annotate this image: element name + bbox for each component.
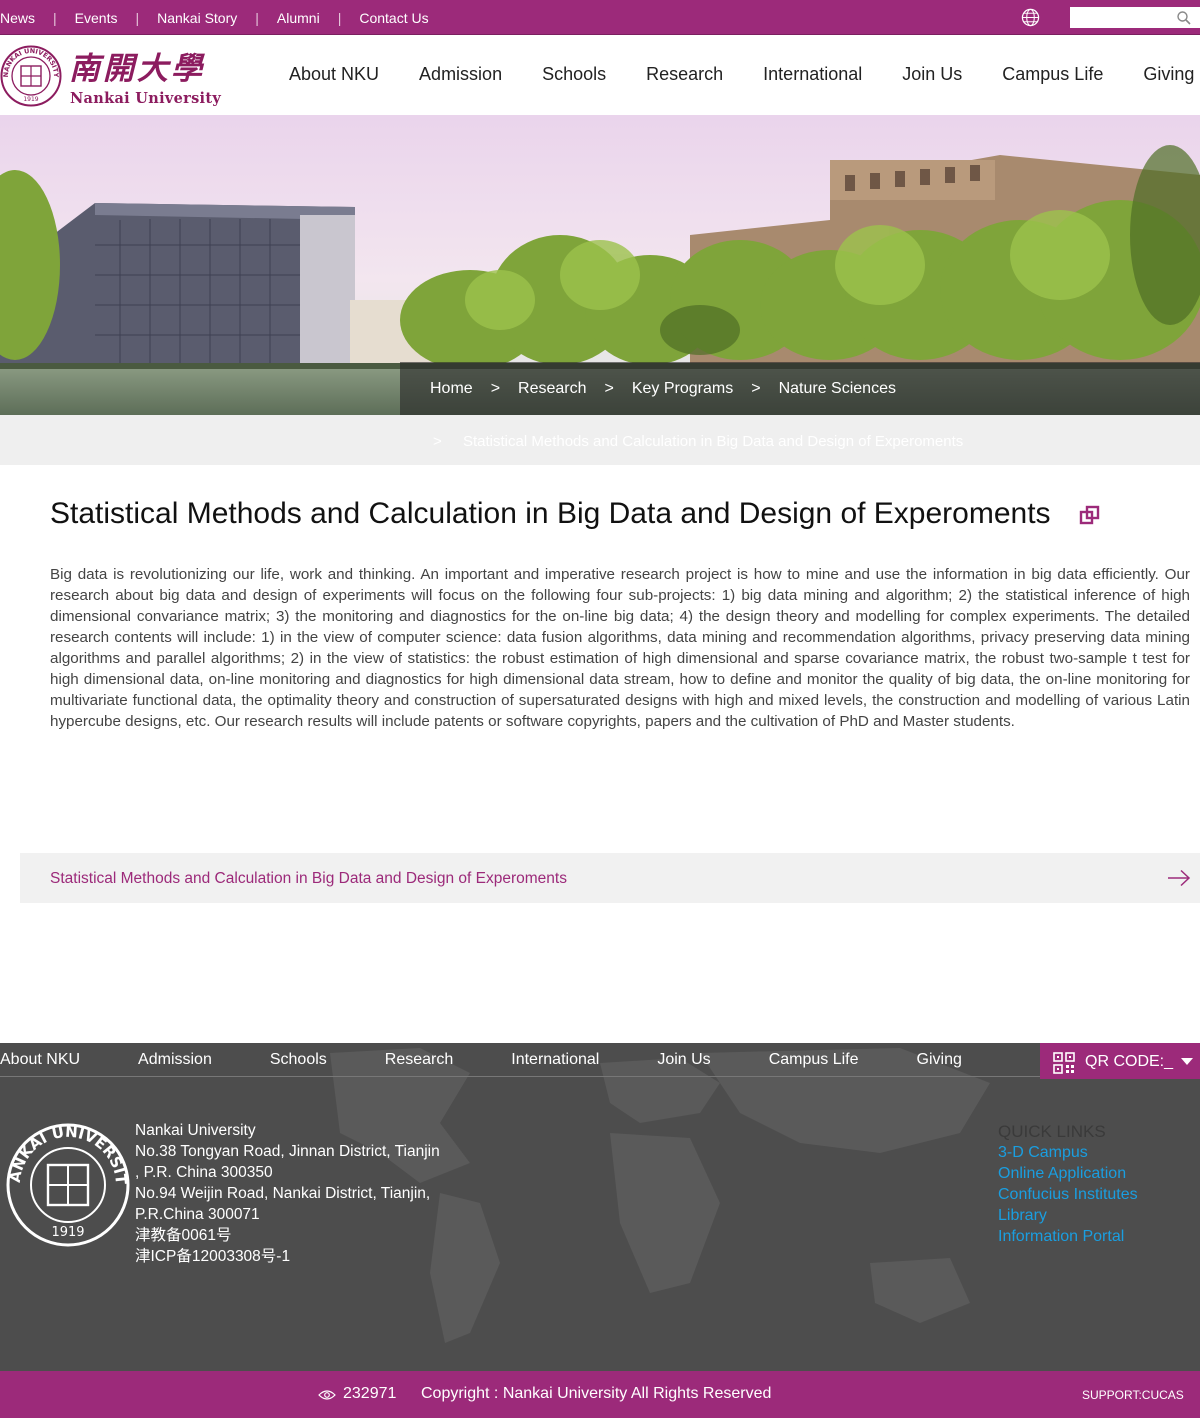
footer-nav-join-us[interactable]: Join Us (657, 1051, 710, 1069)
quick-links: QUICK LINKS 3-D Campus Online Applicatio… (998, 1121, 1138, 1247)
top-separator: | (337, 9, 342, 26)
breadcrumb-separator: > (490, 379, 501, 397)
nav-research[interactable]: Research (646, 64, 723, 85)
breadcrumb-nature-sciences[interactable]: Nature Sciences (779, 380, 896, 398)
footer-nav-campus-life[interactable]: Campus Life (769, 1051, 859, 1069)
main-nav: About NKU Admission Schools Research Int… (289, 64, 1200, 85)
breadcrumb-home[interactable]: Home (430, 380, 473, 398)
breadcrumb-research[interactable]: Research (518, 380, 586, 398)
page-title: Statistical Methods and Calculation in B… (50, 497, 1051, 530)
breadcrumb-separator: > (604, 379, 614, 397)
share-icon[interactable] (1079, 505, 1100, 526)
top-link-alumni[interactable]: Alumni (277, 10, 320, 26)
top-link-nankai-story[interactable]: Nankai Story (157, 10, 237, 26)
breadcrumb-separator: > (433, 433, 442, 450)
top-link-contact-us[interactable]: Contact Us (359, 10, 428, 26)
breadcrumb: Home > Research > Key Programs > Nature … (400, 362, 1200, 415)
copyright-bar: 232971 Copyright : Nankai University All… (0, 1371, 1200, 1418)
chevron-down-icon (1181, 1058, 1193, 1065)
address-line: Nankai University (135, 1122, 256, 1139)
quick-link-library[interactable]: Library (998, 1205, 1138, 1226)
address-line: 津教备0061号 (135, 1227, 232, 1244)
nav-join-us[interactable]: Join Us (902, 64, 962, 85)
nav-international[interactable]: International (763, 64, 862, 85)
top-separator: | (255, 9, 259, 26)
quick-link-confucius-institutes[interactable]: Confucius Institutes (998, 1184, 1138, 1205)
logo-chinese-name[interactable]: 南開大學 (69, 43, 205, 88)
footer-nav-schools[interactable]: Schools (270, 1051, 327, 1069)
site-footer: About NKU Admission Schools Research Int… (0, 1043, 1200, 1371)
related-article-link[interactable]: Statistical Methods and Calculation in B… (50, 870, 567, 888)
breadcrumb-current: Statistical Methods and Calculation in B… (463, 433, 964, 450)
quick-link-online-application[interactable]: Online Application (998, 1163, 1138, 1184)
eye-icon (318, 1390, 336, 1400)
search-icon[interactable] (1176, 10, 1192, 26)
breadcrumb-separator: > (751, 379, 761, 397)
support-credit[interactable]: SUPPORT:CUCAS (1082, 1388, 1184, 1402)
nav-campus-life[interactable]: Campus Life (1002, 64, 1103, 85)
globe-icon[interactable] (1021, 8, 1040, 27)
top-separator: | (53, 9, 57, 26)
breadcrumb-overflow-row: > Statistical Methods and Calculation in… (0, 415, 1200, 465)
arrow-right-icon[interactable] (1167, 869, 1191, 887)
footer-nav-about-nku[interactable]: About NKU (0, 1051, 80, 1069)
address-line: , P.R. China 300350 (135, 1164, 273, 1181)
visit-counter: 232971 (343, 1385, 397, 1402)
quick-link-information-portal[interactable]: Information Portal (998, 1226, 1138, 1247)
university-seal-logo[interactable]: NANKAI UNIVERSITY 1919 (0, 45, 62, 107)
footer-nav-admission[interactable]: Admission (138, 1051, 212, 1069)
footer-nav-international[interactable]: International (511, 1051, 599, 1069)
nav-admission[interactable]: Admission (419, 64, 502, 85)
address-line: 津ICP备12003308号-1 (135, 1248, 291, 1265)
related-article[interactable]: Statistical Methods and Calculation in B… (20, 853, 1200, 903)
top-separator: | (135, 9, 140, 26)
quick-links-title: QUICK LINKS (998, 1122, 1106, 1141)
site-header: NANKAI UNIVERSITY 1919 南開大學 Nankai Unive… (0, 35, 1200, 115)
logo-english-name[interactable]: Nankai University (70, 90, 221, 107)
nav-giving[interactable]: Giving (1143, 64, 1194, 85)
footer-nav-research[interactable]: Research (385, 1051, 453, 1069)
copyright-text: Copyright : Nankai University All Rights… (421, 1385, 772, 1402)
top-link-news[interactable]: News (0, 10, 35, 26)
search-input[interactable] (1070, 7, 1175, 28)
breadcrumb-key-programs[interactable]: Key Programs (632, 380, 733, 398)
address-line: No.38 Tongyan Road, Jinnan District, Tia… (135, 1143, 440, 1160)
nav-schools[interactable]: Schools (542, 64, 606, 85)
top-nav: News | Events | Nankai Story | Alumni | … (0, 0, 429, 35)
footer-nav: About NKU Admission Schools Research Int… (0, 1043, 1040, 1077)
nav-about-nku[interactable]: About NKU (289, 64, 379, 85)
address-line: No.94 Weijin Road, Nankai District, Tian… (135, 1185, 431, 1202)
footer-nav-giving[interactable]: Giving (917, 1051, 962, 1069)
qr-code-dropdown[interactable]: QR CODE:_ (1040, 1043, 1200, 1079)
svg-text:1919: 1919 (51, 1225, 84, 1240)
qr-code-label: QR CODE:_ (1085, 1053, 1174, 1070)
svg-text:1919: 1919 (23, 96, 38, 103)
address-line: P.R.China 300071 (135, 1206, 260, 1223)
footer-address: Nankai University No.38 Tongyan Road, Ji… (135, 1120, 455, 1267)
top-bar: News | Events | Nankai Story | Alumni | … (0, 0, 1200, 35)
top-link-events[interactable]: Events (75, 10, 118, 26)
quick-link-3d-campus[interactable]: 3-D Campus (998, 1142, 1138, 1163)
qr-code-icon (1053, 1052, 1075, 1074)
article-body: Big data is revolutionizing our life, wo… (50, 566, 1190, 730)
footer-university-seal: NANKAI UNIVERSITY 1919 (6, 1123, 130, 1247)
